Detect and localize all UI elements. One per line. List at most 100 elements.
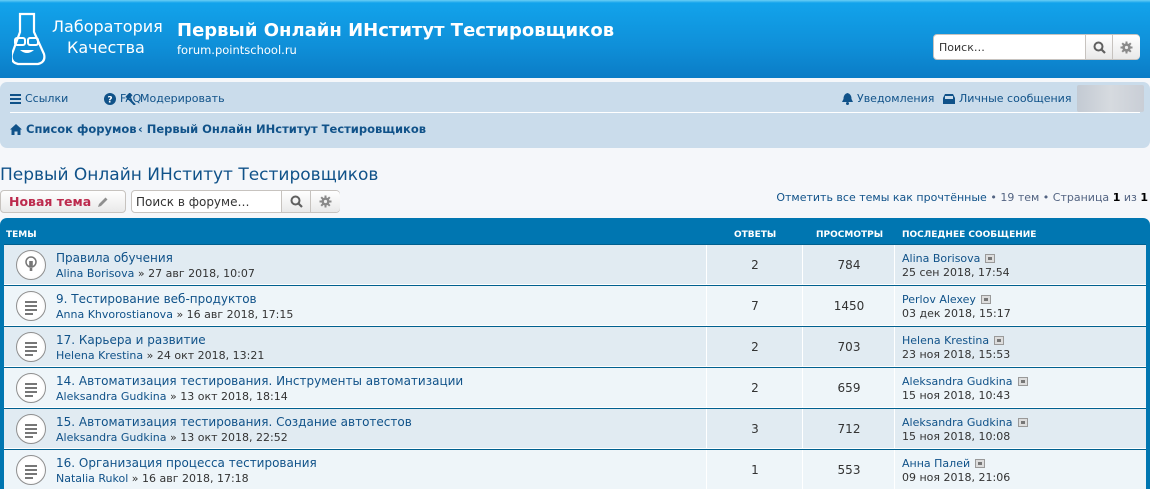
notifications-label: Уведомления [857,92,935,105]
views-cell: 553 [802,450,894,489]
views-count: 553 [837,463,861,477]
site-description: forum.pointschool.ru [177,43,297,57]
breadcrumb-forum-index[interactable]: Список форумов [10,122,137,136]
site-title[interactable]: Первый Онлайн ИНститут Тестировщиков [177,20,614,41]
moderate-link[interactable]: Модерировать [124,92,225,105]
gear-icon [1120,41,1133,53]
topic-row[interactable]: 17. Карьера и развитие Helena Krestina » … [4,326,1146,367]
forum-advanced-search-button[interactable] [311,191,340,212]
last-post-author-link[interactable]: Perlov Alexey [902,293,976,306]
forum-search-button[interactable] [282,191,311,212]
topic-icon [16,455,46,485]
topic-row[interactable]: 9. Тестирование веб-продуктов Anna Khvoro… [4,285,1146,326]
topic-title-link[interactable]: 14. Автоматизация тестирования. Инструме… [56,374,463,388]
replies-count: 1 [751,463,759,477]
views-cell: 1450 [802,286,894,325]
last-post-date: 15 ноя 2018, 10:43 [902,389,1011,402]
views-count: 1450 [833,299,865,313]
forum-search-input[interactable] [132,191,282,212]
header-last-post: Последнее сообщение [902,230,1037,240]
topic-row[interactable]: 16. Организация процесса тестирования Nat… [4,449,1146,489]
replies-count: 3 [751,422,759,436]
header-search-button[interactable] [1086,35,1113,59]
replies-cell: 3 [706,409,802,448]
view-latest-post-icon[interactable] [994,336,1005,345]
view-latest-post-icon[interactable] [985,254,996,263]
last-post-author-link[interactable]: Aleksandra Gudkina [902,375,1013,388]
last-post-date: 03 дек 2018, 15:17 [902,307,1011,320]
svg-text:?: ? [107,95,112,105]
view-latest-post-icon[interactable] [975,459,986,468]
topic-date: » 27 авг 2018, 10:07 [137,267,255,280]
last-post-date: 09 ноя 2018, 21:06 [902,471,1011,484]
new-topic-label: Новая тема [9,194,92,209]
breadcrumb-current-forum[interactable]: ‹ Первый Онлайн ИНститут Тестировщиков [138,122,426,136]
topic-title-link[interactable]: 15. Автоматизация тестирования. Создание… [56,415,412,429]
header-views: Просмотры [816,230,884,240]
gavel-icon [125,92,136,105]
mark-topics-read-link[interactable]: Отметить все темы как прочтённые [776,191,986,204]
topic-row[interactable]: Правила обучения Alina Borisova » 27 авг … [4,244,1146,285]
bell-icon [842,92,853,105]
views-cell: 784 [802,245,894,284]
topic-meta: Natalia Rukol » 16 авг 2018, 17:18 [56,472,249,485]
flask-logo-icon: Лаборатория Качества [10,12,163,66]
view-latest-post-icon[interactable] [1017,418,1028,427]
user-avatar[interactable] [1077,85,1144,112]
page-label: Страница [1052,191,1110,204]
last-post-author-link[interactable]: Helena Krestina [902,334,989,347]
replies-cell: 2 [706,245,802,284]
topic-list: Правила обучения Alina Borisova » 27 авг … [4,244,1146,489]
last-post: Helena Krestina 23 ноя 2018, 15:53 [902,334,1010,361]
last-post-date: 23 ноя 2018, 15:53 [902,348,1011,361]
topic-title-link[interactable]: 17. Карьера и развитие [56,333,206,347]
header-topics: Темы [6,230,37,240]
replies-cell: 1 [706,450,802,489]
home-icon [10,123,22,135]
topic-meta: Helena Krestina » 24 окт 2018, 13:21 [56,349,264,362]
notifications-link[interactable]: Уведомления [842,92,934,105]
quick-links-menu[interactable]: Ссылки [10,92,68,105]
new-topic-button[interactable]: Новая тема [0,190,126,213]
view-latest-post-icon[interactable] [980,295,991,304]
topic-row[interactable]: 14. Автоматизация тестирования. Инструме… [4,367,1146,408]
view-latest-post-icon[interactable] [1017,377,1028,386]
topic-author-link[interactable]: Helena Krestina [56,349,143,362]
topic-row[interactable]: 15. Автоматизация тестирования. Создание… [4,408,1146,449]
last-post: Alina Borisova 25 сен 2018, 17:54 [902,252,1010,279]
navbar-divider [10,112,1140,113]
last-post-author-link[interactable]: Aleksandra Gudkina [902,416,1013,429]
topic-author-link[interactable]: Aleksandra Gudkina [56,431,167,444]
gear-icon [319,195,332,208]
topic-icon [16,373,46,403]
help-circle-icon: ? [104,92,116,105]
topic-title-link[interactable]: Правила обучения [56,251,173,265]
pencil-icon [98,197,108,207]
breadcrumb-label: Первый Онлайн ИНститут Тестировщиков [146,122,427,136]
page-total: 1 [1140,191,1148,204]
page-current: 1 [1112,191,1121,204]
table-header: Темы Ответы Просмотры Последнее сообщени… [4,222,1146,244]
private-messages-link[interactable]: Личные сообщения [943,92,1071,105]
topic-title-link[interactable]: 16. Организация процесса тестирования [56,456,317,470]
last-post-author-link[interactable]: Alina Borisova [902,252,980,265]
header-advanced-search-button[interactable] [1113,35,1140,59]
topic-icon [16,332,46,362]
views-cell: 712 [802,409,894,448]
topic-author-link[interactable]: Natalia Rukol [56,472,128,485]
last-post-date: 25 сен 2018, 17:54 [902,266,1010,279]
last-post-author-link[interactable]: Анна Палей [902,457,970,470]
topic-author-link[interactable]: Anna Khvorostianova [56,308,173,321]
last-post: Анна Палей 09 ноя 2018, 21:06 [902,457,1010,484]
views-count: 712 [837,422,861,436]
forum-title[interactable]: Первый Онлайн ИНститут Тестировщиков [0,165,378,185]
topic-author-link[interactable]: Alina Borisova [56,267,134,280]
moderate-label: Модерировать [140,92,225,105]
site-logo[interactable]: Лаборатория Качества [10,10,163,70]
hamburger-icon [10,93,21,104]
views-count: 703 [837,340,861,354]
topic-title-link[interactable]: 9. Тестирование веб-продуктов [56,292,257,306]
header-search-input[interactable] [934,35,1086,59]
logo-text-line1: Лаборатория [52,17,162,36]
topic-author-link[interactable]: Aleksandra Gudkina [56,390,167,403]
